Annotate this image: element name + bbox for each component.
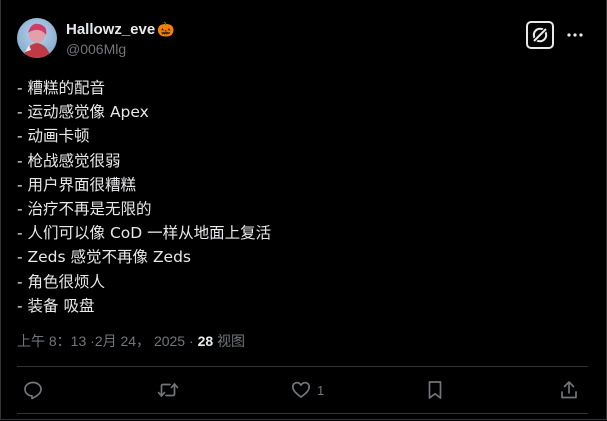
tweet-line: - 人们可以像 CoD 一样从地面上复活 (17, 224, 272, 243)
share-icon (560, 380, 578, 400)
like-count: 1 (317, 382, 325, 398)
action-bar: 1 (0, 367, 607, 413)
share-button[interactable] (560, 379, 578, 401)
tweet-line: - 动画卡顿 (17, 127, 90, 146)
divider (17, 413, 588, 414)
like-button[interactable]: 1 (291, 379, 324, 401)
avatar[interactable] (17, 18, 57, 58)
repost-button[interactable] (157, 379, 179, 401)
tweet-line: - 角色很烦人 (17, 272, 106, 291)
more-button[interactable] (565, 25, 585, 45)
tweet-timestamp[interactable]: 上午 8：13 ·2月 24， 2025 (17, 333, 185, 349)
views-label: 视图 (217, 333, 246, 349)
bookmark-button[interactable] (426, 379, 444, 401)
reply-button[interactable] (23, 379, 43, 401)
pumpkin-emoji: 🎃 (157, 21, 175, 38)
tweet-text: - 糟糕的配音 - 运动感觉像 Apex - 动画卡顿 - 枪战感觉很弱 - 用… (17, 76, 271, 318)
views-count: 28 (197, 333, 214, 349)
tweet-line: - 枪战感觉很弱 (17, 151, 121, 170)
reply-icon (23, 380, 43, 400)
tweet-date: 2月 24， 2025 (94, 333, 186, 349)
more-icon (567, 33, 583, 37)
heart-icon (291, 380, 311, 400)
tweet-line: - 糟糕的配音 (17, 79, 106, 97)
tweet-time: 上午 8：13 (17, 333, 87, 349)
grok-button[interactable] (526, 21, 554, 49)
meta-separator: · (189, 333, 198, 349)
tweet-line: - 装备 吸盘 (17, 296, 95, 315)
display-name-text: Hallowz_eve (66, 21, 156, 38)
tweet-meta: 上午 8：13 ·2月 24， 2025 · 28 视图 (17, 331, 245, 351)
repost-icon (157, 380, 179, 400)
tweet-line: - 用户界面很糟糕 (17, 175, 137, 194)
tweet-line: - Zeds 感觉不再像 Zeds (17, 248, 192, 267)
bookmark-icon (426, 380, 444, 400)
grok-icon (531, 26, 549, 44)
display-name[interactable]: Hallowz_eve 🎃 (66, 21, 175, 38)
user-handle[interactable]: @006Mlg (66, 41, 126, 57)
tweet-line: - 治疗不再是无限的 (17, 200, 152, 219)
tweet-line: - 运动感觉像 Apex (17, 103, 149, 122)
